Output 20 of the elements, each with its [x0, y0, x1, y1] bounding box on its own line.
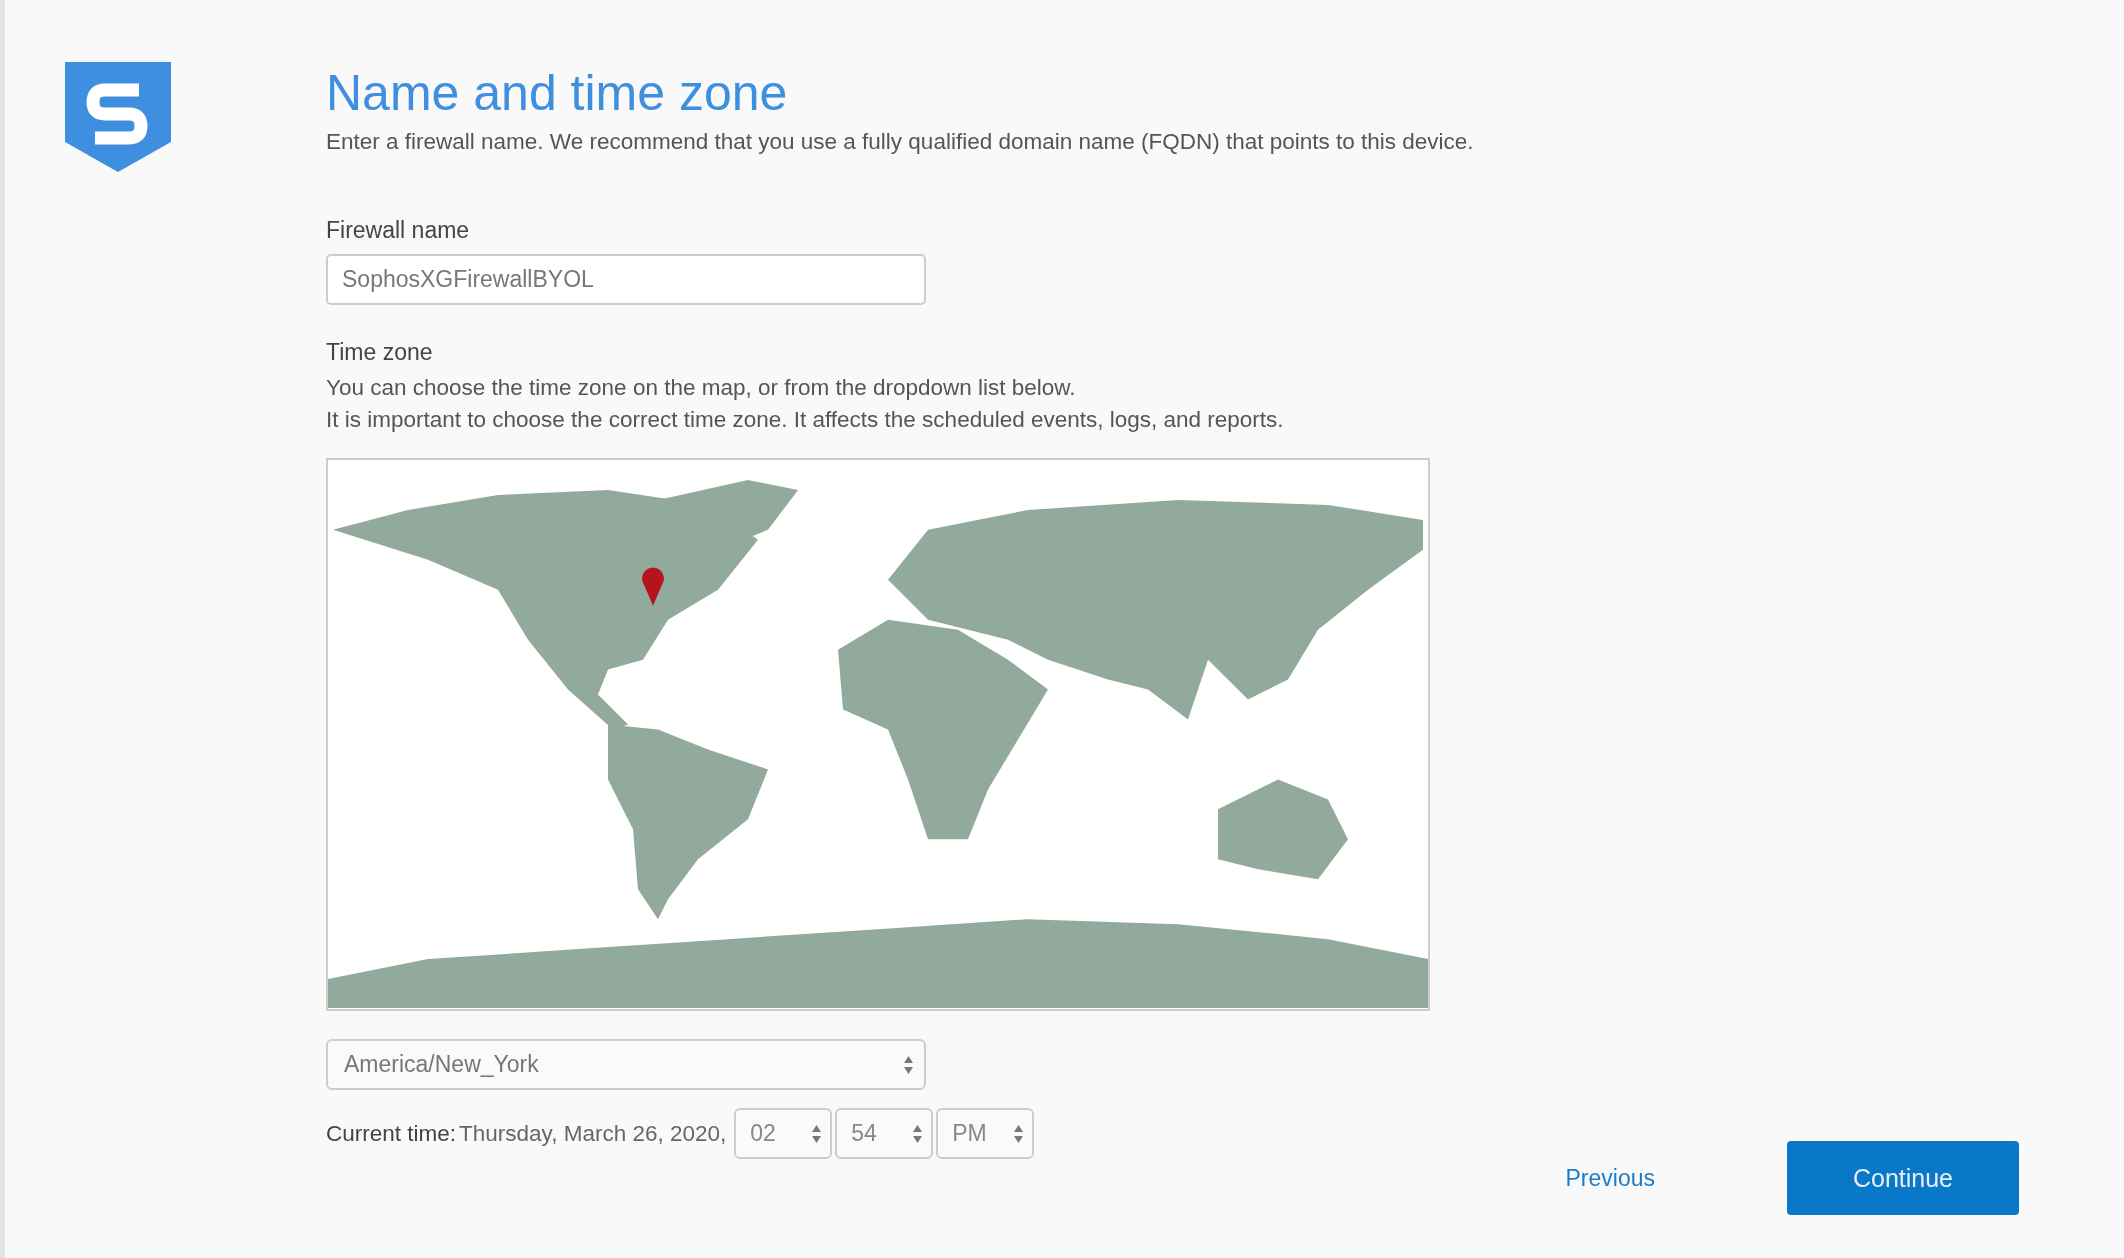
am-pm-selector[interactable]: PM — [936, 1108, 1035, 1159]
hour-selector[interactable]: 02 — [734, 1108, 833, 1159]
up-down-arrows-icon — [1013, 1123, 1025, 1144]
page-description: Enter a firewall name. We recommend that you use a fully qualified domain name (FQDN) that points to this device. — [326, 129, 1474, 155]
map-pin-icon — [642, 567, 664, 606]
current-time-label: Current time: — [326, 1120, 457, 1147]
continue-button[interactable]: Continue — [1787, 1141, 2019, 1215]
page-title: Name and time zone — [326, 66, 788, 121]
up-down-arrows-icon — [811, 1123, 823, 1144]
firewall-name-field[interactable]: SophosXGFirewallBYOL — [326, 254, 926, 305]
up-down-arrows-icon — [903, 1054, 914, 1075]
up-down-arrows-icon — [912, 1123, 924, 1144]
time-zone-dropdown[interactable]: America/New_York — [326, 1039, 926, 1090]
help-text: You can choose the time zone on the map, or from the dropdown list below. — [326, 374, 1076, 402]
previous-link[interactable]: Previous — [1565, 1164, 1655, 1192]
field-label: Firewall name — [326, 217, 470, 244]
current-date: Thursday, March 26, 2020, — [459, 1120, 727, 1147]
field-label: Time zone — [326, 339, 433, 366]
help-text: It is important to choose the correct time zone. It affects the scheduled events, logs, and reports. — [326, 406, 1284, 434]
minute-selector[interactable]: 54 — [835, 1108, 934, 1159]
